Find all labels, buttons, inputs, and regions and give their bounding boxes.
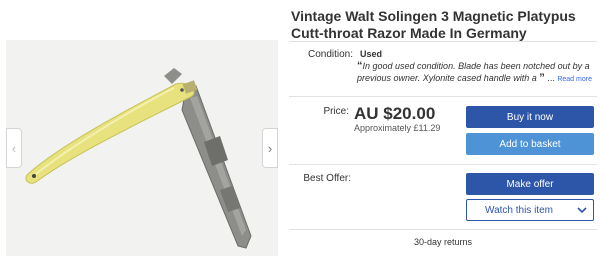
watch-item-button[interactable]: Watch this item (466, 199, 572, 221)
chevron-down-icon (577, 206, 587, 213)
add-to-basket-button[interactable]: Add to basket (466, 133, 594, 155)
divider (289, 41, 597, 42)
chevron-right-icon: › (267, 140, 273, 156)
gallery-prev-button[interactable]: ‹ (6, 128, 22, 168)
condition-value: Used (360, 49, 383, 59)
gallery-next-button[interactable]: › (262, 128, 278, 168)
close-quote: ” (539, 72, 545, 84)
listing-title: Vintage Walt Solingen 3 Magnetic Platypu… (291, 8, 576, 41)
divider (289, 96, 597, 97)
condition-description-text: In good used condition. Blade has been n… (357, 61, 590, 83)
divider (289, 229, 597, 230)
price-amount: AU $20.00 (354, 104, 436, 123)
best-offer-label: Best Offer: (303, 173, 351, 184)
divider (289, 164, 597, 165)
returns-info: 30-day returns (413, 237, 473, 247)
product-image-gallery[interactable]: ‹ (6, 40, 278, 256)
make-offer-button[interactable]: Make offer (466, 173, 594, 195)
chevron-left-icon: ‹ (11, 140, 17, 156)
price-approx: Approximately £11.29 (354, 123, 441, 133)
product-image (6, 40, 278, 256)
read-more-link[interactable]: Read more (557, 76, 592, 83)
price-label: Price: (323, 106, 349, 117)
condition-description: “In good used condition. Blade has been … (357, 60, 595, 86)
ellipsis: ... (547, 73, 555, 83)
watch-dropdown-button[interactable] (571, 199, 594, 221)
condition-label: Condition: (307, 49, 353, 60)
buy-it-now-button[interactable]: Buy it now (466, 106, 594, 128)
